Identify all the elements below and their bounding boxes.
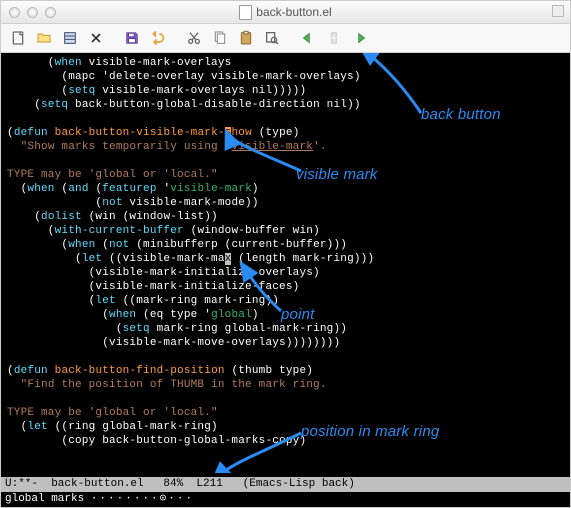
dired-icon[interactable] (59, 28, 81, 48)
modeline: U:**- back-button.el 84% L211 (Emacs-Lis… (1, 477, 570, 492)
titlebar: back-button.el (1, 1, 570, 24)
minibuffer-label: global marks (5, 493, 91, 505)
editor-area[interactable]: (when visible-mark-overlays (mapc 'delet… (1, 53, 570, 477)
emacs-window: back-button.el (0, 0, 571, 508)
document-icon (239, 5, 252, 20)
back-icon[interactable] (297, 28, 319, 48)
traffic-lights (1, 7, 56, 18)
expand-icon[interactable] (552, 5, 564, 17)
copy-icon[interactable] (209, 28, 231, 48)
modeline-text: U:**- back-button.el 84% L211 (Emacs-Lis… (5, 478, 355, 490)
close-icon[interactable] (85, 28, 107, 48)
new-file-icon[interactable] (7, 28, 29, 48)
save-icon[interactable] (121, 28, 143, 48)
paste-icon[interactable] (235, 28, 257, 48)
forward-icon[interactable] (349, 28, 371, 48)
zoom-window-icon[interactable] (45, 7, 56, 18)
undo-icon[interactable] (147, 28, 169, 48)
open-folder-icon[interactable] (33, 28, 55, 48)
title-center: back-button.el (1, 5, 570, 20)
window-title: back-button.el (256, 5, 331, 19)
minimize-window-icon[interactable] (27, 7, 38, 18)
bookmark-icon[interactable] (323, 28, 345, 48)
cut-icon[interactable] (183, 28, 205, 48)
toolbar (1, 24, 570, 53)
mark-ring-indicator: ········⊙··· (91, 493, 194, 505)
close-window-icon[interactable] (9, 7, 20, 18)
minibuffer[interactable]: global marks ········⊙··· (1, 492, 570, 507)
search-icon[interactable] (261, 28, 283, 48)
